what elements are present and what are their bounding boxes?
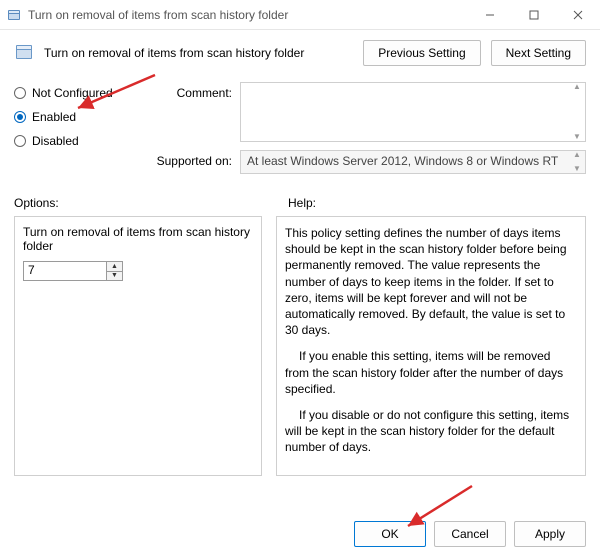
radio-icon (14, 87, 26, 99)
radio-not-configured[interactable]: Not Configured (14, 86, 134, 100)
cancel-button[interactable]: Cancel (434, 521, 506, 547)
radio-enabled[interactable]: Enabled (14, 110, 134, 124)
days-value[interactable]: 7 (24, 262, 106, 280)
fields: Comment: ▲▼ Supported on: At least Windo… (152, 82, 586, 174)
supported-label: Supported on: (152, 150, 232, 168)
apply-button[interactable]: Apply (514, 521, 586, 547)
scroll-arrows[interactable]: ▲▼ (569, 151, 585, 173)
next-setting-button[interactable]: Next Setting (491, 40, 586, 66)
supported-text: At least Windows Server 2012, Windows 8 … (247, 154, 558, 168)
close-button[interactable] (556, 0, 600, 30)
config-area: Not Configured Enabled Disabled Comment:… (0, 78, 600, 182)
help-label: Help: (274, 196, 586, 210)
policy-title: Turn on removal of items from scan histo… (44, 46, 353, 60)
help-paragraph: If you enable this setting, items will b… (285, 348, 577, 397)
app-icon (6, 7, 22, 23)
help-paragraph: This policy setting defines the number o… (285, 225, 577, 338)
state-radios: Not Configured Enabled Disabled (14, 82, 134, 174)
section-labels: Options: Help: (0, 182, 600, 216)
option-title: Turn on removal of items from scan histo… (23, 225, 253, 253)
radio-label: Disabled (32, 134, 79, 148)
radio-icon (14, 111, 26, 123)
header: Turn on removal of items from scan histo… (0, 30, 600, 78)
comment-textarea[interactable]: ▲▼ (240, 82, 586, 142)
scroll-arrows[interactable]: ▲▼ (569, 83, 585, 141)
spinner-up-icon[interactable]: ▲ (107, 262, 122, 271)
radio-label: Not Configured (32, 86, 113, 100)
spinner-down-icon[interactable]: ▼ (107, 271, 122, 281)
radio-icon (14, 135, 26, 147)
previous-setting-button[interactable]: Previous Setting (363, 40, 480, 66)
spinner-buttons: ▲ ▼ (106, 262, 122, 280)
policy-icon (14, 42, 34, 65)
options-pane: Turn on removal of items from scan histo… (14, 216, 262, 476)
options-label: Options: (14, 196, 274, 210)
maximize-button[interactable] (512, 0, 556, 30)
dialog-buttons: OK Cancel Apply (0, 521, 600, 547)
panes: Turn on removal of items from scan histo… (0, 216, 600, 484)
window-title: Turn on removal of items from scan histo… (22, 8, 468, 22)
comment-label: Comment: (152, 82, 232, 100)
help-paragraph: If you disable or do not configure this … (285, 407, 577, 456)
ok-button[interactable]: OK (354, 521, 426, 547)
supported-on-value: At least Windows Server 2012, Windows 8 … (240, 150, 586, 174)
titlebar: Turn on removal of items from scan histo… (0, 0, 600, 30)
minimize-button[interactable] (468, 0, 512, 30)
radio-label: Enabled (32, 110, 76, 124)
help-pane: This policy setting defines the number o… (276, 216, 586, 476)
radio-disabled[interactable]: Disabled (14, 134, 134, 148)
days-spinner[interactable]: 7 ▲ ▼ (23, 261, 123, 281)
